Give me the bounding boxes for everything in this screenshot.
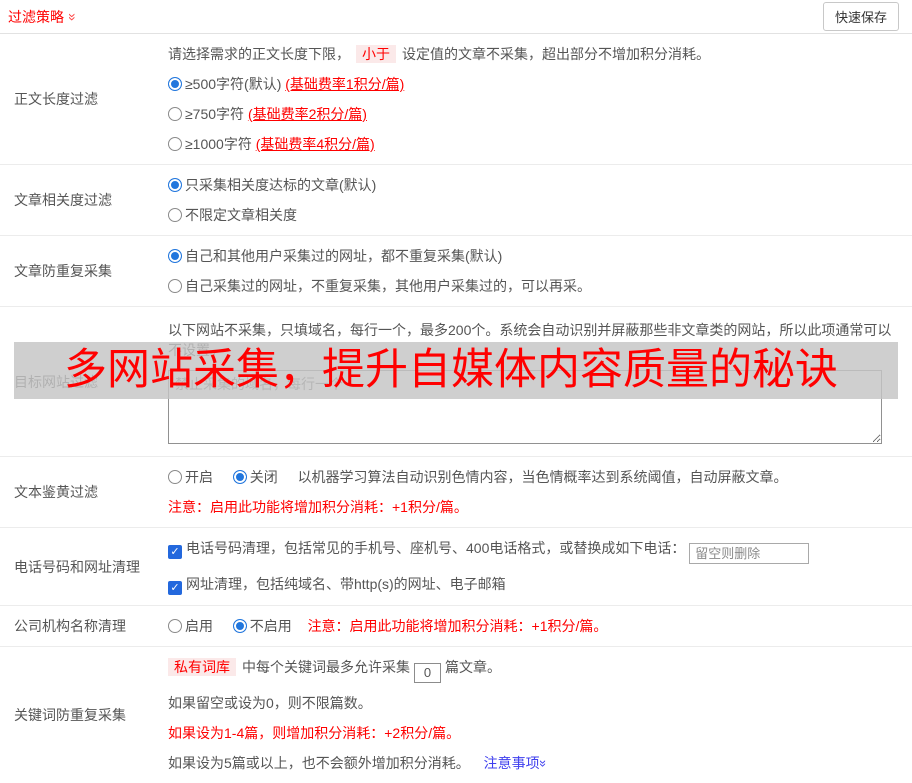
keyword-limit-line: 私有词库中每个关键词最多允许采集 篇文章。 <box>168 657 898 683</box>
company-clean-options: 启用 不启用 注意：启用此功能将增加积分消耗：+1积分/篇。 <box>168 616 898 636</box>
page-title-text: 过滤策略 <box>8 8 64 25</box>
radio-500-chars[interactable] <box>168 77 182 91</box>
keyword-limit-end: 篇文章。 <box>445 659 501 675</box>
relevance-option-2: 不限定文章相关度 <box>168 205 898 225</box>
keyword-note-unlimited: 如果留空或设为0，则不限篇数。 <box>168 694 372 711</box>
row-label-dedup: 文章防重复采集 <box>14 263 112 279</box>
row-dedup-collection: 文章防重复采集 自己和其他用户采集过的网址，都不重复采集(默认) 自己采集过的网… <box>0 236 912 307</box>
url-clean-label[interactable]: 网址清理，包括纯域名、带http(s)的网址、电子邮箱 <box>186 576 506 592</box>
radio-750-chars[interactable] <box>168 107 182 121</box>
body-length-description: 请选择需求的正文长度下限， 小于 设定值的文章不采集，超出部分不增加积分消耗。 <box>168 44 898 64</box>
phone-clean-option: 电话号码清理，包括常见的手机号、座机号、400电话格式，或替换成如下电话： <box>168 538 898 564</box>
porn-filter-note: 注意：启用此功能将增加积分消耗：+1积分/篇。 <box>168 499 468 515</box>
row-label-relevance: 文章相关度过滤 <box>14 192 112 208</box>
length-option-500: ≥500字符(默认) (基础费率1积分/篇) <box>168 74 898 94</box>
row-relevance-filter: 文章相关度过滤 只采集相关度达标的文章(默认) 不限定文章相关度 <box>0 165 912 236</box>
porn-off-label[interactable]: 关闭 <box>250 469 278 485</box>
row-label-body-length: 正文长度过滤 <box>14 91 98 107</box>
dedup-option-1-label[interactable]: 自己和其他用户采集过的网址，都不重复采集(默认) <box>185 248 502 264</box>
radio-dedup-global[interactable] <box>168 249 182 263</box>
relevance-option-2-label[interactable]: 不限定文章相关度 <box>185 207 297 223</box>
phone-clean-label[interactable]: 电话号码清理，包括常见的手机号、座机号、400电话格式，或替换成如下电话： <box>186 540 685 556</box>
keyword-note-five-plus-text: 如果设为5篇或以上，也不会额外增加积分消耗。 <box>168 754 470 771</box>
row-porn-filter: 文本鉴黄过滤 开启 关闭 以机器学习算法自动识别色情内容，当色情概率达到系统阈值… <box>0 457 912 528</box>
company-on-label[interactable]: 启用 <box>185 618 213 634</box>
radio-1000-chars[interactable] <box>168 137 182 151</box>
desc-pre: 请选择需求的正文长度下限， <box>168 46 350 62</box>
dedup-option-1: 自己和其他用户采集过的网址，都不重复采集(默认) <box>168 246 898 266</box>
row-keyword-dedup: 关键词防重复采集 私有词库中每个关键词最多允许采集 篇文章。 如果留空或设为0，则… <box>0 647 912 783</box>
company-clean-note: 注意：启用此功能将增加积分消耗：+1积分/篇。 <box>307 618 608 634</box>
keyword-note-five-plus: 如果设为5篇或以上，也不会额外增加积分消耗。 注意事项» <box>168 753 898 773</box>
keyword-count-input[interactable] <box>414 662 441 683</box>
length-option-1000-cost: (基础费率4积分/篇) <box>255 136 375 152</box>
notes-link-text: 注意事项 <box>483 754 540 771</box>
desc-post: 设定值的文章不采集，超出部分不增加积分消耗。 <box>402 46 710 62</box>
less-than-highlight: 小于 <box>356 45 396 63</box>
relevance-option-1: 只采集相关度达标的文章(默认) <box>168 175 898 195</box>
length-option-500-cost: (基础费率1积分/篇) <box>285 76 405 92</box>
chevron-double-down-icon: » <box>64 12 81 21</box>
row-company-name-cleaning: 公司机构名称清理 启用 不启用 注意：启用此功能将增加积分消耗：+1积分/篇。 <box>0 606 912 647</box>
row-phone-url-cleaning: 电话号码和网址清理 电话号码清理，包括常见的手机号、座机号、400电话格式，或替… <box>0 528 912 606</box>
radio-company-off[interactable] <box>232 619 247 633</box>
row-body-length-filter: 正文长度过滤 请选择需求的正文长度下限， 小于 设定值的文章不采集，超出部分不增加积… <box>0 34 912 165</box>
relevance-option-1-label[interactable]: 只采集相关度达标的文章(默认) <box>185 177 376 193</box>
radio-company-on[interactable] <box>168 619 182 633</box>
keyword-limit-mid: 中每个关键词最多允许采集 <box>242 659 410 675</box>
porn-filter-description: 以机器学习算法自动识别色情内容，当色情概率达到系统阈值，自动屏蔽文章。 <box>297 469 788 485</box>
replace-phone-input[interactable] <box>689 543 810 564</box>
length-option-500-label[interactable]: ≥500字符(默认) <box>185 76 281 92</box>
chevron-double-down-icon: » <box>535 759 551 767</box>
watermark-text: 多网站采集，提升自媒体内容质量的秘诀 <box>64 346 838 394</box>
radio-relevance-strict[interactable] <box>168 178 182 192</box>
quick-save-button[interactable]: 快速保存 <box>822 2 899 31</box>
porn-on-label[interactable]: 开启 <box>185 469 213 485</box>
length-option-1000: ≥1000字符 (基础费率4积分/篇) <box>168 134 898 154</box>
radio-porn-on[interactable] <box>168 470 182 484</box>
private-thesaurus-highlight[interactable]: 私有词库 <box>168 658 236 676</box>
page-title[interactable]: 过滤策略 » <box>8 7 81 27</box>
row-label-company-clean: 公司机构名称清理 <box>14 618 126 634</box>
notes-link[interactable]: 注意事项» <box>483 754 551 771</box>
length-option-1000-label[interactable]: ≥1000字符 <box>185 136 252 152</box>
length-option-750: ≥750字符 (基础费率2积分/篇) <box>168 104 898 124</box>
watermark-banner: 多网站采集，提升自媒体内容质量的秘诀 <box>14 342 898 399</box>
porn-filter-options: 开启 关闭 以机器学习算法自动识别色情内容，当色情概率达到系统阈值，自动屏蔽文章… <box>168 467 898 487</box>
radio-dedup-self-only[interactable] <box>168 279 182 293</box>
row-label-keyword-dedup: 关键词防重复采集 <box>14 706 126 723</box>
top-bar: 过滤策略 » 快速保存 <box>0 0 912 34</box>
url-clean-option: 网址清理，包括纯域名、带http(s)的网址、电子邮箱 <box>168 574 898 595</box>
keyword-note-cost: 如果设为1-4篇，则增加积分消耗：+2积分/篇。 <box>168 724 461 741</box>
radio-porn-off[interactable] <box>232 470 247 484</box>
dedup-option-2-label[interactable]: 自己采集过的网址，不重复采集，其他用户采集过的，可以再采。 <box>185 278 591 294</box>
length-option-750-label[interactable]: ≥750字符 <box>185 106 244 122</box>
checkbox-url-clean[interactable] <box>168 581 182 595</box>
radio-relevance-any[interactable] <box>168 208 182 222</box>
checkbox-phone-clean[interactable] <box>168 545 182 559</box>
company-off-label[interactable]: 不启用 <box>250 618 292 634</box>
row-label-phone-url: 电话号码和网址清理 <box>14 558 140 575</box>
length-option-750-cost: (基础费率2积分/篇) <box>247 106 367 122</box>
row-label-porn-filter: 文本鉴黄过滤 <box>14 484 98 500</box>
dedup-option-2: 自己采集过的网址，不重复采集，其他用户采集过的，可以再采。 <box>168 276 898 296</box>
